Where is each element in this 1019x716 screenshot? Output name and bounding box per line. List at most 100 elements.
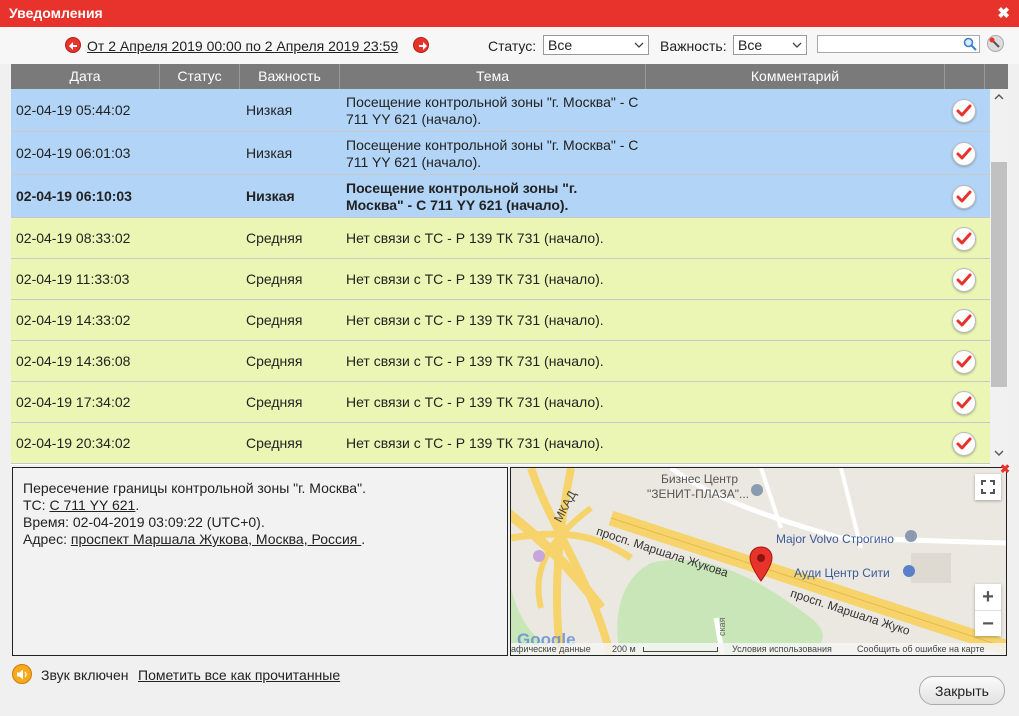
detail-vehicle-suffix: . [135,497,140,513]
cell-date: 02-04-19 11:33:03 [16,271,130,287]
detail-address-line: Адрес: проспект Маршала Жукова, Москва, … [23,531,497,548]
sound-status-label: Звук включен [41,667,129,683]
mark-read-button[interactable] [952,350,976,374]
detail-address-label: Адрес: [23,531,71,547]
arrow-left-icon [69,42,77,50]
cell-subject: Нет связи с ТС - Р 139 ТК 731 (начало). [346,353,646,370]
mark-read-button[interactable] [952,309,976,333]
cell-subject-line1: Нет связи с ТС - Р 139 ТК 731 (начало). [346,435,604,451]
notifications-window: Уведомления ✖ От 2 Апреля 2019 00:00 по … [0,0,1019,716]
table-row[interactable]: 02-04-19 11:33:03 Средняя Нет связи с ТС -… [11,259,990,300]
date-range-link[interactable]: От 2 Апреля 2019 00:00 по 2 Апреля 2019 … [87,38,398,54]
table-row[interactable]: 02-04-19 05:44:02 Низкая Посещение контрол… [11,89,990,132]
fullscreen-button[interactable] [975,474,1001,500]
checkmark-icon [956,396,972,409]
map-scale-label: 200 м [612,644,636,654]
fullscreen-icon [981,480,995,494]
detail-vehicle-label: ТС: [23,497,50,513]
close-icon[interactable]: ✖ [997,4,1010,22]
cell-subject: Нет связи с ТС - Р 139 ТК 731 (начало). [346,394,646,411]
map-marker-icon[interactable] [749,546,773,582]
scrollbar-thumb[interactable] [991,162,1007,387]
mark-read-button[interactable] [952,268,976,292]
scroll-up-icon[interactable] [994,93,1004,101]
mark-read-button[interactable] [952,99,976,123]
notifications-table: Дата Статус Важность Тема Комментарий 02… [11,64,1008,465]
next-period-button[interactable] [413,37,429,53]
cell-date: 02-04-19 06:10:03 [16,188,132,204]
mark-read-button[interactable] [952,142,976,166]
header-importance[interactable]: Важность [240,64,340,89]
cell-date: 02-04-19 14:33:02 [16,312,131,328]
detail-address-suffix: . [361,531,366,547]
map-label-volvo: Major Volvo Строгино [776,532,894,546]
map-panel[interactable]: Бизнес Центр "ЗЕНИТ-ПЛАЗА"... МКАД просп… [510,467,1007,656]
scroll-down-icon[interactable] [994,449,1004,457]
header-actions [945,64,985,89]
cell-subject: Посещение контрольной зоны "г. Москва" - … [346,180,646,214]
vehicle-link[interactable]: С 711 YY 621 [49,497,135,513]
cell-importance: Средняя [246,312,303,328]
mark-read-button[interactable] [952,432,976,456]
title-bar: Уведомления ✖ [0,0,1019,27]
mark-all-read-link[interactable]: Пометить все как прочитанные [138,667,340,683]
table-header: Дата Статус Важность Тема Комментарий [11,64,1008,89]
notification-detail-panel: Пересечение границы контрольной зоны "г.… [12,467,508,656]
filter-settings-button[interactable] [987,35,1004,52]
cell-subject-line1: Нет связи с ТС - Р 139 ТК 731 (начало). [346,312,604,328]
prev-period-button[interactable] [65,37,81,53]
checkmark-icon [956,190,972,203]
status-select[interactable]: Все [543,35,649,55]
cell-subject-line1: Посещение контрольной зоны "г. Москва" -… [346,137,639,153]
address-link[interactable]: проспект Маршала Жукова, Москва, Россия [71,531,361,547]
checkmark-icon [956,355,972,368]
table-row[interactable]: 02-04-19 17:34:02 Средняя Нет связи с ТС -… [11,382,990,423]
cell-subject-line2: Москва" - С 711 YY 621 (начало). [346,197,569,213]
close-button[interactable]: Закрыть [919,676,1005,705]
table-row[interactable]: 02-04-19 14:36:08 Средняя Нет связи с ТС -… [11,341,990,382]
table-row[interactable]: 02-04-19 08:33:02 Средняя Нет связи с ТС -… [11,218,990,259]
cell-subject-line1: Нет связи с ТС - Р 139 ТК 731 (начало). [346,353,604,369]
search-input[interactable] [817,35,980,53]
map-label-business2: "ЗЕНИТ-ПЛАЗА"... [647,487,750,501]
map-close-icon[interactable]: ✖ [1000,462,1010,476]
sound-toggle-button[interactable] [12,664,32,684]
mark-read-button[interactable] [952,227,976,251]
table-scrollbar[interactable] [990,89,1008,465]
map-terms-link[interactable]: Условия использования [732,644,832,654]
table-row[interactable]: 02-04-19 14:33:02 Средняя Нет связи с ТС -… [11,300,990,341]
chevron-down-icon [634,42,644,48]
cell-importance: Средняя [246,230,303,246]
cell-subject: Нет связи с ТС - Р 139 ТК 731 (начало). [346,271,646,288]
header-scroll-corner [985,64,1008,89]
detail-vehicle-line: ТС: С 711 YY 621. [23,497,497,514]
cell-subject-line1: Посещение контрольной зоны "г. Москва" -… [346,94,639,110]
cell-date: 02-04-19 08:33:02 [16,230,131,246]
cell-date: 02-04-19 05:44:02 [16,102,131,118]
map-report-link[interactable]: Сообщить об ошибке на карте [857,644,984,654]
chevron-down-icon [792,42,802,48]
cell-importance: Средняя [246,271,303,287]
mark-read-button[interactable] [952,391,976,415]
checkmark-icon [956,437,972,450]
mark-read-button[interactable] [952,185,976,209]
header-date[interactable]: Дата [11,64,160,89]
cell-subject-line2: 711 YY 621 (начало). [346,154,482,170]
cell-subject-line1: Посещение контрольной зоны "г. [346,180,578,196]
importance-select-value: Все [738,37,763,53]
zoom-in-button[interactable]: + [975,584,1001,610]
header-comment[interactable]: Комментарий [646,64,945,89]
cell-date: 02-04-19 14:36:08 [16,353,131,369]
cell-date: 02-04-19 20:34:02 [16,435,131,451]
importance-select[interactable]: Все [733,35,807,55]
table-row[interactable]: 02-04-19 06:01:03 Низкая Посещение контрол… [11,132,990,175]
table-row[interactable]: 02-04-19 20:34:02 Средняя Нет связи с ТС -… [11,423,990,464]
detail-time: Время: 02-04-2019 03:09:22 (UTC+0). [23,514,265,530]
table-row[interactable]: 02-04-19 06:10:03 Низкая Посещение контрол… [11,175,990,218]
search-icon[interactable] [963,37,977,51]
cell-importance: Средняя [246,353,303,369]
zoom-out-button[interactable]: − [975,610,1001,636]
map-label-small-road: ская [717,617,727,636]
header-status[interactable]: Статус [160,64,240,89]
header-subject[interactable]: Тема [340,64,646,89]
